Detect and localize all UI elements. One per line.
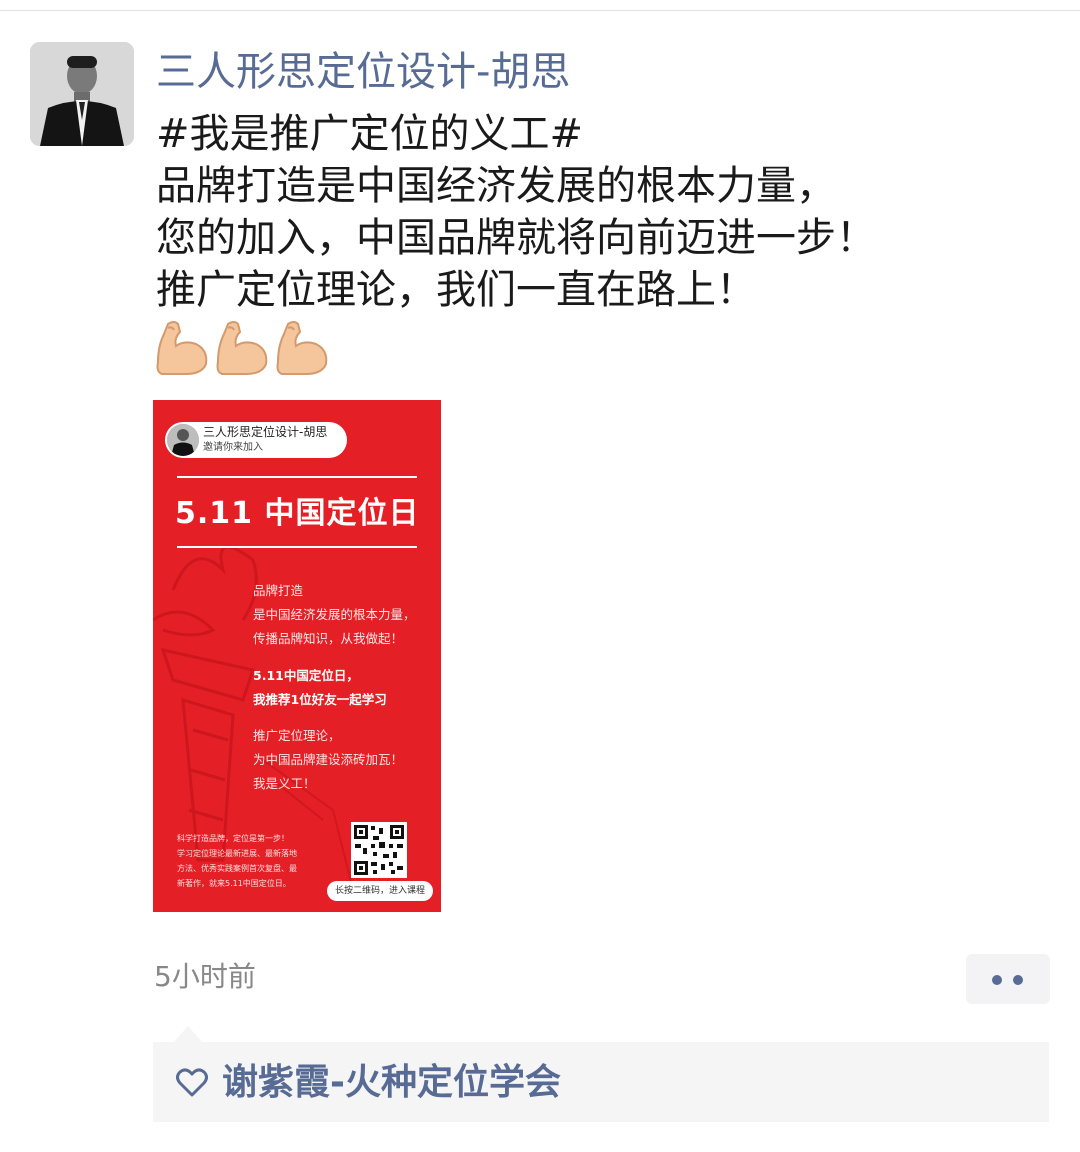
more-actions-button[interactable] bbox=[966, 954, 1050, 1004]
avatar-photo bbox=[30, 42, 134, 146]
poster-body-line: 我推荐1位好友一起学习 bbox=[253, 692, 387, 707]
inviter-name: 三人形思定位设计-胡思 bbox=[203, 425, 328, 439]
liker-name-link[interactable]: 谢紫霞-火种定位学会 bbox=[222, 1060, 561, 1106]
author-name[interactable]: 三人形思定位设计-胡思 bbox=[156, 44, 570, 100]
inviter-avatar bbox=[167, 424, 199, 456]
poster-body-line: 5.11中国定位日， bbox=[253, 668, 359, 683]
qr-caption: 长按二维码，进入课程 bbox=[327, 881, 433, 901]
post-text: #我是推广定位的义工# 品牌打造是中国经济发展的根本力量， 您的加入，中国品牌就… bbox=[156, 108, 1036, 316]
poster-body-line: 为中国品牌建设添砖加瓦！ bbox=[253, 752, 404, 767]
heart-icon bbox=[176, 1068, 208, 1097]
poster-body-line: 我是义工！ bbox=[253, 776, 316, 791]
poster-body-line: 传播品牌知识，从我做起！ bbox=[253, 631, 404, 646]
poster-small-line: 学习定位理论最新进展、最新落地 bbox=[177, 849, 297, 858]
flexed-biceps-icon bbox=[216, 321, 268, 375]
flexed-biceps-icon bbox=[156, 321, 208, 375]
invite-text: 邀请你来加入 bbox=[203, 442, 263, 453]
flexed-biceps-icon bbox=[276, 321, 328, 375]
poster-small-line: 科学打造品牌，定位是第一步！ bbox=[177, 834, 289, 843]
qr-code-icon bbox=[351, 822, 407, 878]
more-dot-icon bbox=[992, 975, 1002, 985]
poster-body-line: 是中国经济发展的根本力量， bbox=[253, 607, 416, 622]
poster-body-line: 品牌打造 bbox=[253, 583, 304, 598]
poster-body-line: 推广定位理论， bbox=[253, 728, 341, 743]
post-text-line: 推广定位理论，我们一直在路上！ bbox=[156, 267, 756, 313]
title-top-line bbox=[177, 476, 417, 478]
post-timestamp: 5小时前 bbox=[154, 960, 256, 993]
poster-small-line: 方法、优秀实践案例首次复盘、最 bbox=[177, 864, 297, 873]
more-dot-icon bbox=[1013, 975, 1023, 985]
inviter-avatar-photo bbox=[167, 424, 199, 456]
poster-title: 5.11 中国定位日 bbox=[175, 496, 420, 531]
top-divider bbox=[0, 10, 1080, 11]
title-bottom-line bbox=[177, 546, 417, 548]
post-text-line: 品牌打造是中国经济发展的根本力量， bbox=[156, 163, 836, 209]
post-image[interactable]: 三人形思定位设计-胡思 邀请你来加入 5.11 中国定位日 品牌打造 是中国经济… bbox=[153, 400, 441, 912]
like-box-arrow bbox=[174, 1026, 202, 1042]
author-avatar[interactable] bbox=[30, 42, 134, 146]
poster-small-line: 新著作，就来5.11中国定位日。 bbox=[177, 879, 291, 888]
qr-code bbox=[351, 822, 407, 878]
emoji-row bbox=[154, 318, 334, 378]
post-text-line: #我是推广定位的义工# bbox=[156, 111, 584, 157]
post-text-line: 您的加入，中国品牌就将向前迈进一步！ bbox=[156, 215, 876, 261]
